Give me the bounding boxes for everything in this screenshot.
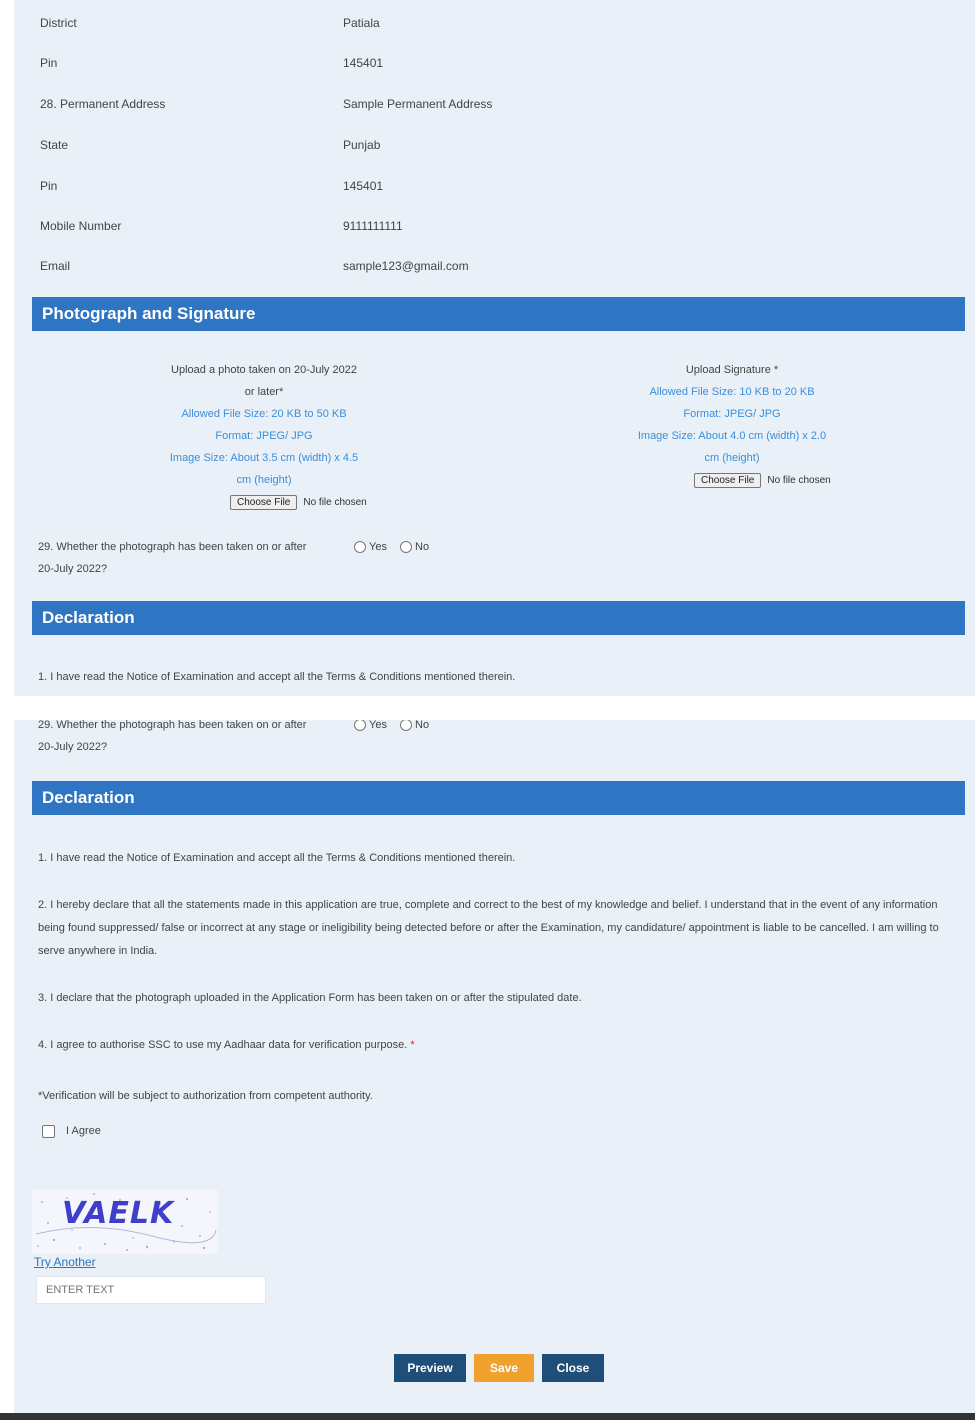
- signature-upload-heading: Upload Signature *: [685, 364, 779, 376]
- declaration-item-4: 4. I agree to authorise SSC to use my Aa…: [38, 1034, 968, 1057]
- radio-no[interactable]: No: [400, 720, 430, 732]
- radio-no-label: No: [415, 541, 430, 553]
- verification-note: *Verification will be subject to authori…: [38, 1090, 373, 1102]
- declaration-item-1: 1. I have read the Notice of Examination…: [38, 671, 516, 683]
- signature-choose-file-button[interactable]: Choose File: [694, 473, 762, 488]
- question-line-cont: 20-July 2022?: [38, 741, 108, 753]
- photo-choose-file-button[interactable]: Choose File: [230, 495, 298, 510]
- declaration-item-1: 1. I have read the Notice of Examination…: [38, 852, 516, 864]
- signature-dimension-info: Image Size: About 4.0 cm (width) x 2.0: [637, 430, 827, 442]
- row-value: 145401: [343, 56, 384, 70]
- radio-no-label: No: [415, 720, 430, 731]
- window-bottom-bar: [0, 1413, 975, 1420]
- photo-date-question-repeat: 29. Whether the photograph has been take…: [38, 720, 358, 758]
- radio-yes-label: Yes: [369, 720, 387, 731]
- row-label: 28. Permanent Address: [40, 97, 166, 111]
- signature-file-status: No file chosen: [767, 475, 831, 486]
- row-label: Email: [40, 259, 71, 273]
- photo-format-info: Format: JPEG/ JPG: [215, 430, 313, 442]
- captcha-input[interactable]: [36, 1276, 266, 1304]
- declaration-header: Declaration: [32, 601, 965, 635]
- close-button[interactable]: Close: [542, 1354, 604, 1382]
- photo-upload-heading-cont: or later*: [244, 386, 284, 398]
- signature-upload-info: Upload Signature * Allowed File Size: 10…: [612, 359, 852, 469]
- photo-dimension-info: Image Size: About 3.5 cm (width) x 4.5: [169, 452, 359, 464]
- agree-label: I Agree: [66, 1125, 101, 1137]
- row-label: Pin: [40, 179, 58, 193]
- captcha-text: VAELK: [62, 1196, 175, 1231]
- radio-no-circle[interactable]: [400, 541, 413, 554]
- radio-yes-circle[interactable]: [354, 720, 366, 732]
- radio-yes[interactable]: Yes: [354, 541, 387, 554]
- row-label: District: [40, 16, 77, 30]
- question-line-cont: 20-July 2022?: [38, 563, 108, 575]
- signature-dimension-info-cont: cm (height): [704, 452, 760, 464]
- radio-yes-label: Yes: [369, 541, 387, 553]
- photo-date-radio-group-repeat: Yes No: [354, 720, 439, 732]
- radio-yes-circle[interactable]: [354, 541, 366, 554]
- preview-button[interactable]: Preview: [394, 1354, 466, 1382]
- row-label: Mobile Number: [40, 219, 122, 233]
- captcha-image: VAELK: [32, 1190, 218, 1254]
- photo-upload-heading: Upload a photo taken on 20-July 2022: [171, 364, 357, 376]
- declaration-item-2: 2. I hereby declare that all the stateme…: [38, 899, 939, 957]
- radio-yes[interactable]: Yes: [354, 720, 387, 732]
- row-value: 9111111111: [343, 219, 403, 233]
- row-value: Sample Permanent Address: [343, 97, 493, 111]
- photo-upload-info: Upload a photo taken on 20-July 2022 or …: [144, 359, 384, 491]
- try-another-link[interactable]: Try Another: [34, 1255, 96, 1269]
- signature-size-info: Allowed File Size: 10 KB to 20 KB: [649, 386, 815, 398]
- agree-checkbox[interactable]: [42, 1125, 55, 1138]
- radio-no[interactable]: No: [400, 541, 430, 554]
- photo-date-radio-group: Yes No: [354, 541, 439, 554]
- question-line: 29. Whether the photograph has been take…: [38, 720, 307, 731]
- question-line: 29. Whether the photograph has been take…: [38, 541, 307, 553]
- photo-date-question: 29. Whether the photograph has been take…: [38, 536, 358, 580]
- row-value: Patiala: [343, 16, 380, 30]
- photo-file-status: No file chosen: [303, 497, 367, 508]
- photo-dimension-info-cont: cm (height): [236, 474, 292, 486]
- save-button[interactable]: Save: [474, 1354, 534, 1382]
- radio-no-circle[interactable]: [400, 720, 413, 732]
- photo-signature-header: Photograph and Signature: [32, 297, 965, 331]
- form-panel-bottom: 29. Whether the photograph has been take…: [14, 720, 975, 1414]
- required-asterisk: *: [410, 1039, 415, 1051]
- form-panel-top: District Patiala Pin 145401 28. Permanen…: [14, 0, 975, 696]
- row-value: sample123@gmail.com: [343, 259, 469, 273]
- row-label: State: [40, 138, 69, 152]
- photo-size-info: Allowed File Size: 20 KB to 50 KB: [181, 408, 347, 420]
- declaration-item-4-text: 4. I agree to authorise SSC to use my Aa…: [38, 1039, 408, 1051]
- signature-file-input[interactable]: Choose File No file chosen: [694, 473, 831, 488]
- row-value: 145401: [343, 179, 384, 193]
- row-label: Pin: [40, 56, 58, 70]
- row-value: Punjab: [343, 138, 381, 152]
- declaration-header-repeat: Declaration: [32, 781, 965, 815]
- signature-format-info: Format: JPEG/ JPG: [683, 408, 781, 420]
- photo-file-input[interactable]: Choose File No file chosen: [230, 495, 367, 510]
- declaration-item-3: 3. I declare that the photograph uploade…: [38, 992, 582, 1004]
